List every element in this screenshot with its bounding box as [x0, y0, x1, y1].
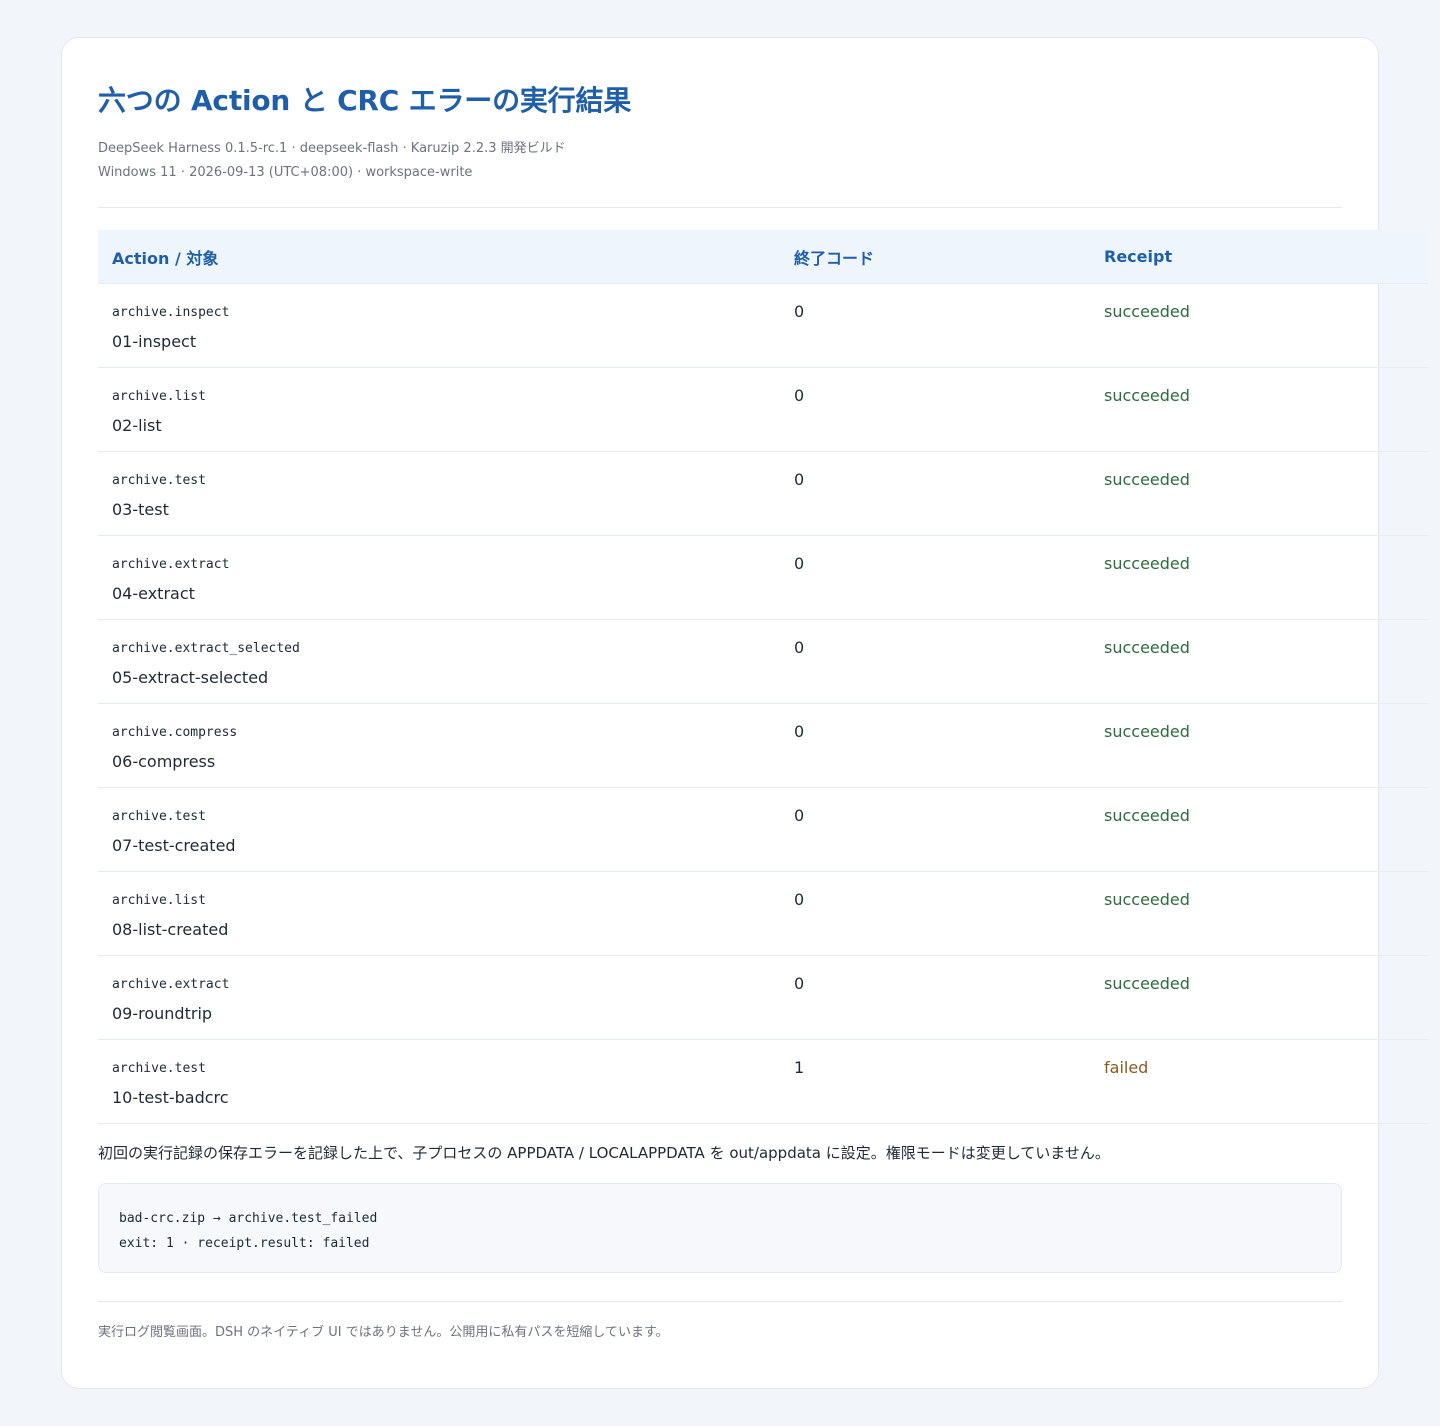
- cell-action: archive.list 08-list-created: [98, 871, 780, 956]
- cell-exit-code: 0: [780, 619, 1090, 704]
- cell-receipt: succeeded: [1090, 367, 1428, 452]
- results-table: Action / 対象 終了コード Receipt archive.inspec…: [98, 230, 1428, 1124]
- meta-line-build: DeepSeek Harness 0.1.5-rc.1 · deepseek-f…: [98, 141, 566, 156]
- action-target: 10-test-badcrc: [112, 1088, 229, 1107]
- action-name: archive.list: [112, 389, 206, 404]
- exit-code: 1: [794, 1058, 805, 1077]
- action-name: archive.extract_selected: [112, 641, 300, 656]
- receipt-status: succeeded: [1104, 638, 1190, 657]
- cell-action: archive.list 02-list: [98, 367, 780, 452]
- action-name: archive.test: [112, 809, 206, 824]
- error-code-block: bad-crc.zip → archive.test_failed exit: …: [98, 1183, 1342, 1273]
- cell-receipt: succeeded: [1090, 535, 1428, 620]
- code-line-exit: exit: 1 · receipt.result: failed: [119, 1236, 370, 1251]
- cell-action: archive.extract_selected 05-extract-selec…: [98, 619, 780, 704]
- exit-code: 0: [794, 470, 805, 489]
- column-header-exit-code: 終了コード: [780, 230, 1090, 284]
- column-header-action: Action / 対象: [98, 230, 780, 284]
- cell-receipt: succeeded: [1090, 451, 1428, 536]
- cell-exit-code: 0: [780, 787, 1090, 872]
- table-body: archive.inspect 01-inspect 0 succeeded archi…: [98, 283, 1428, 1124]
- cell-exit-code: 0: [780, 367, 1090, 452]
- exit-code: 0: [794, 806, 805, 825]
- cell-exit-code: 0: [780, 955, 1090, 1040]
- cell-action: archive.inspect 01-inspect: [98, 283, 780, 368]
- receipt-status: succeeded: [1104, 806, 1190, 825]
- cell-action: archive.extract 04-extract: [98, 535, 780, 620]
- run-metadata: DeepSeek Harness 0.1.5-rc.1 · deepseek-f…: [98, 137, 1342, 185]
- cell-action: archive.test 03-test: [98, 451, 780, 536]
- footer-note: 実行ログ閲覧画面。DSH のネイティブ UI ではありません。公開用に私有パスを…: [98, 1325, 669, 1340]
- action-target: 08-list-created: [112, 920, 229, 939]
- cell-receipt: failed: [1090, 1039, 1428, 1124]
- code-line-result: bad-crc.zip → archive.test_failed: [119, 1211, 378, 1226]
- table-row: archive.extract 09-roundtrip 0 succeeded: [98, 955, 1428, 1040]
- action-target: 07-test-created: [112, 836, 236, 855]
- table-row: archive.extract 04-extract 0 succeeded: [98, 535, 1428, 620]
- action-target: 09-roundtrip: [112, 1004, 213, 1023]
- receipt-status: failed: [1104, 1058, 1149, 1077]
- receipt-status: succeeded: [1104, 974, 1190, 993]
- cell-action: archive.compress 06-compress: [98, 703, 780, 788]
- action-target: 06-compress: [112, 752, 216, 771]
- cell-receipt: succeeded: [1090, 619, 1428, 704]
- exit-code: 0: [794, 974, 805, 993]
- cell-exit-code: 0: [780, 535, 1090, 620]
- receipt-status: succeeded: [1104, 470, 1190, 489]
- exit-code: 0: [794, 722, 805, 741]
- cell-exit-code: 1: [780, 1039, 1090, 1124]
- cell-receipt: succeeded: [1090, 703, 1428, 788]
- cell-action: archive.test 07-test-created: [98, 787, 780, 872]
- action-name: archive.test: [112, 1061, 206, 1076]
- action-name: archive.test: [112, 473, 206, 488]
- cell-receipt: succeeded: [1090, 283, 1428, 368]
- cell-receipt: succeeded: [1090, 871, 1428, 956]
- table-row: archive.list 08-list-created 0 succeeded: [98, 871, 1428, 956]
- receipt-status: succeeded: [1104, 890, 1190, 909]
- table-row: archive.test 03-test 0 succeeded: [98, 451, 1428, 536]
- cell-action: archive.extract 09-roundtrip: [98, 955, 780, 1040]
- table-row: archive.test 10-test-badcrc 1 failed: [98, 1039, 1428, 1124]
- table-row: archive.extract_selected 05-extract-selec…: [98, 619, 1428, 704]
- action-target: 03-test: [112, 500, 169, 519]
- receipt-status: succeeded: [1104, 722, 1190, 741]
- action-target: 01-inspect: [112, 332, 197, 351]
- action-name: archive.extract: [112, 557, 230, 572]
- cell-exit-code: 0: [780, 871, 1090, 956]
- action-name: archive.compress: [112, 725, 238, 740]
- results-card: 六つの Action と CRC エラーの実行結果 DeepSeek Harne…: [61, 37, 1428, 1389]
- receipt-status: succeeded: [1104, 554, 1190, 573]
- table-row: archive.list 02-list 0 succeeded: [98, 367, 1428, 452]
- receipt-status: succeeded: [1104, 302, 1190, 321]
- run-note: 初回の実行記録の保存エラーを記録した上で、子プロセスの APPDATA / LO…: [98, 1144, 1110, 1162]
- cell-receipt: succeeded: [1090, 955, 1428, 1040]
- action-target: 04-extract: [112, 584, 195, 603]
- header-divider: [98, 207, 1342, 208]
- table-row: archive.compress 06-compress 0 succeeded: [98, 703, 1428, 788]
- action-name: archive.list: [112, 893, 206, 908]
- column-header-receipt: Receipt: [1090, 230, 1428, 284]
- cell-exit-code: 0: [780, 283, 1090, 368]
- exit-code: 0: [794, 890, 805, 909]
- meta-line-environment: Windows 11 · 2026-09-13 (UTC+08:00) · wo…: [98, 165, 473, 180]
- footer-divider: [98, 1301, 1342, 1302]
- action-target: 05-extract-selected: [112, 668, 269, 687]
- cell-exit-code: 0: [780, 703, 1090, 788]
- exit-code: 0: [794, 554, 805, 573]
- table-row: archive.test 07-test-created 0 succeeded: [98, 787, 1428, 872]
- exit-code: 0: [794, 386, 805, 405]
- page-title: 六つの Action と CRC エラーの実行結果: [98, 84, 632, 117]
- action-name: archive.extract: [112, 977, 230, 992]
- exit-code: 0: [794, 638, 805, 657]
- table-row: archive.inspect 01-inspect 0 succeeded: [98, 283, 1428, 368]
- cell-receipt: succeeded: [1090, 787, 1428, 872]
- action-name: archive.inspect: [112, 305, 230, 320]
- cell-action: archive.test 10-test-badcrc: [98, 1039, 780, 1124]
- receipt-status: succeeded: [1104, 386, 1190, 405]
- exit-code: 0: [794, 302, 805, 321]
- action-target: 02-list: [112, 416, 162, 435]
- table-header-row: Action / 対象 終了コード Receipt: [98, 230, 1428, 284]
- cell-exit-code: 0: [780, 451, 1090, 536]
